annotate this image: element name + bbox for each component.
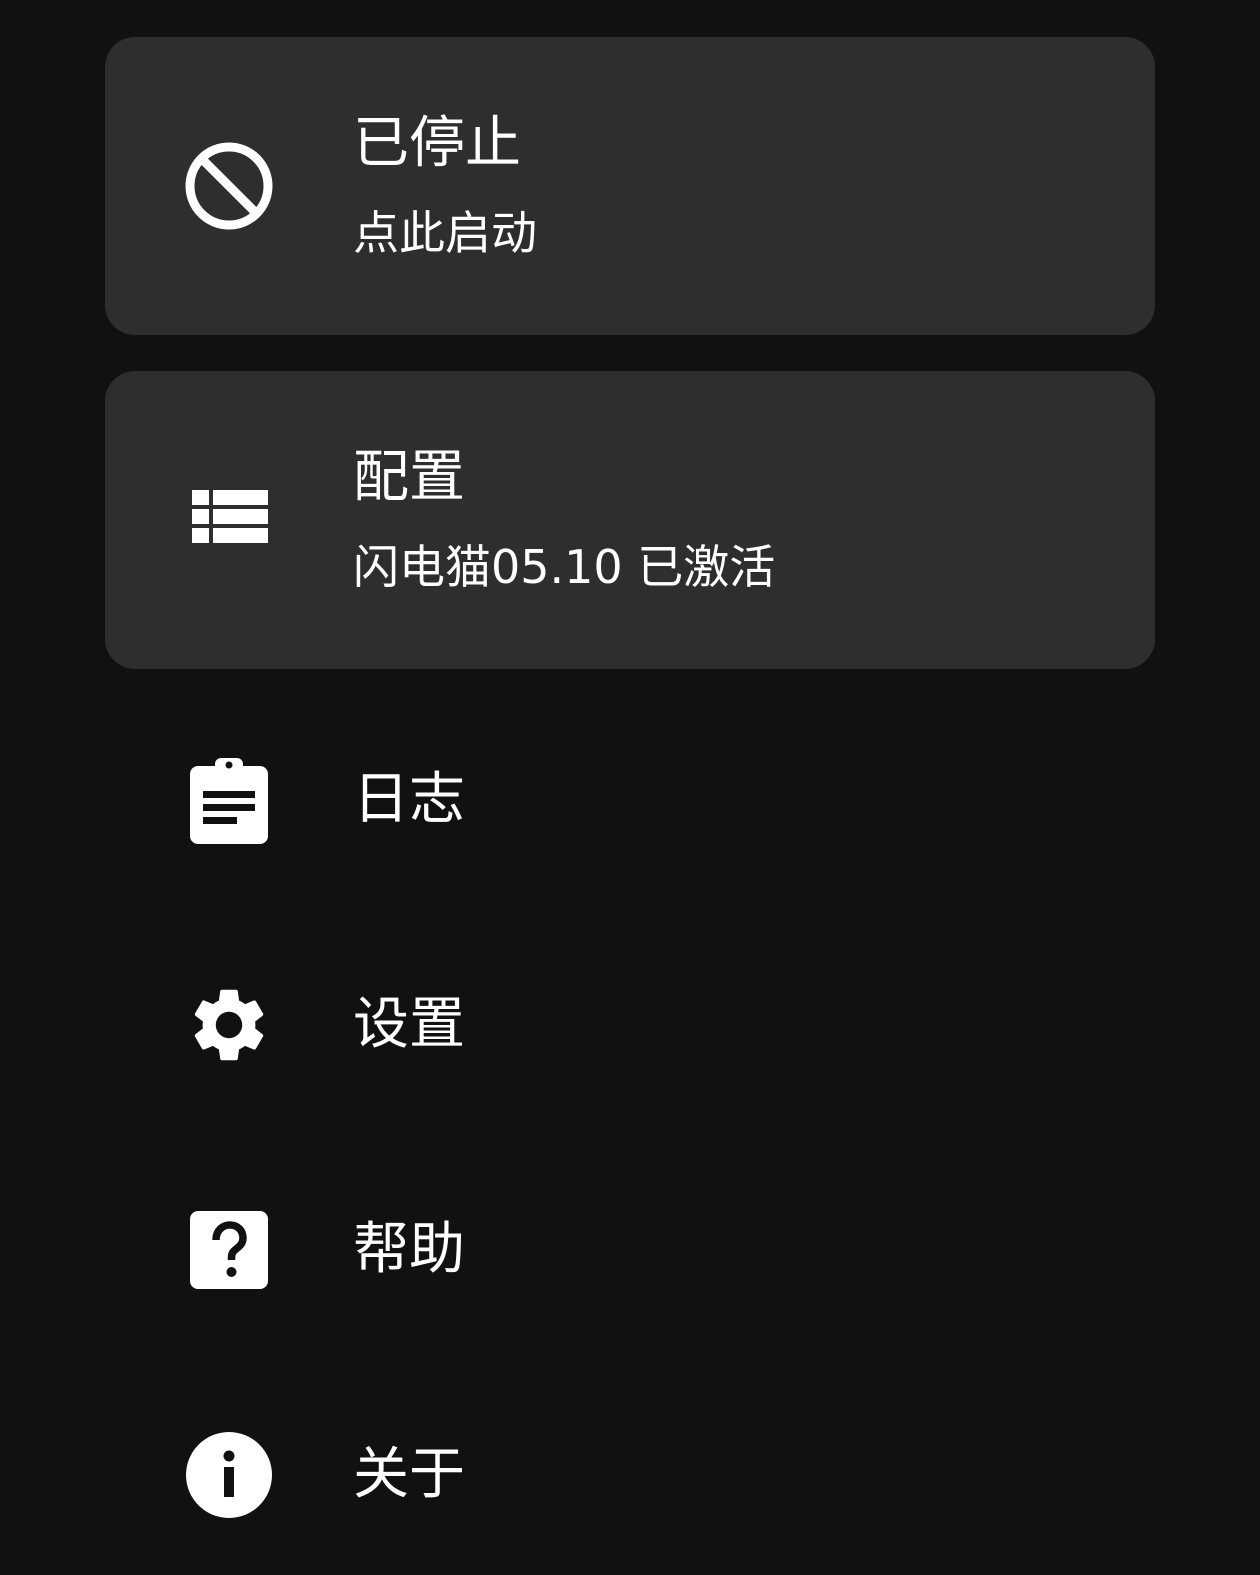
- logs-label: 日志: [353, 767, 465, 832]
- block-icon: [185, 142, 273, 230]
- menu-item-help[interactable]: 帮助: [105, 1150, 1155, 1350]
- menu-item-settings[interactable]: 设置: [105, 925, 1155, 1125]
- profile-title: 配置: [353, 445, 465, 510]
- profile-card[interactable]: 配置 闪电猫05.10 已激活: [105, 371, 1155, 669]
- info-icon: [185, 1431, 273, 1519]
- status-title: 已停止: [353, 111, 521, 176]
- menu-item-about[interactable]: 关于: [105, 1375, 1155, 1575]
- help-label: 帮助: [353, 1217, 465, 1282]
- menu-item-logs[interactable]: 日志: [105, 700, 1155, 900]
- about-label: 关于: [353, 1442, 465, 1507]
- list-icon: [185, 476, 273, 564]
- gear-icon: [185, 981, 273, 1069]
- status-subtitle: 点此启动: [353, 206, 537, 260]
- clipboard-icon: [185, 756, 273, 844]
- help-icon: [185, 1206, 273, 1294]
- status-card[interactable]: 已停止 点此启动: [105, 37, 1155, 335]
- settings-label: 设置: [353, 992, 465, 1057]
- profile-subtitle: 闪电猫05.10 已激活: [353, 540, 776, 594]
